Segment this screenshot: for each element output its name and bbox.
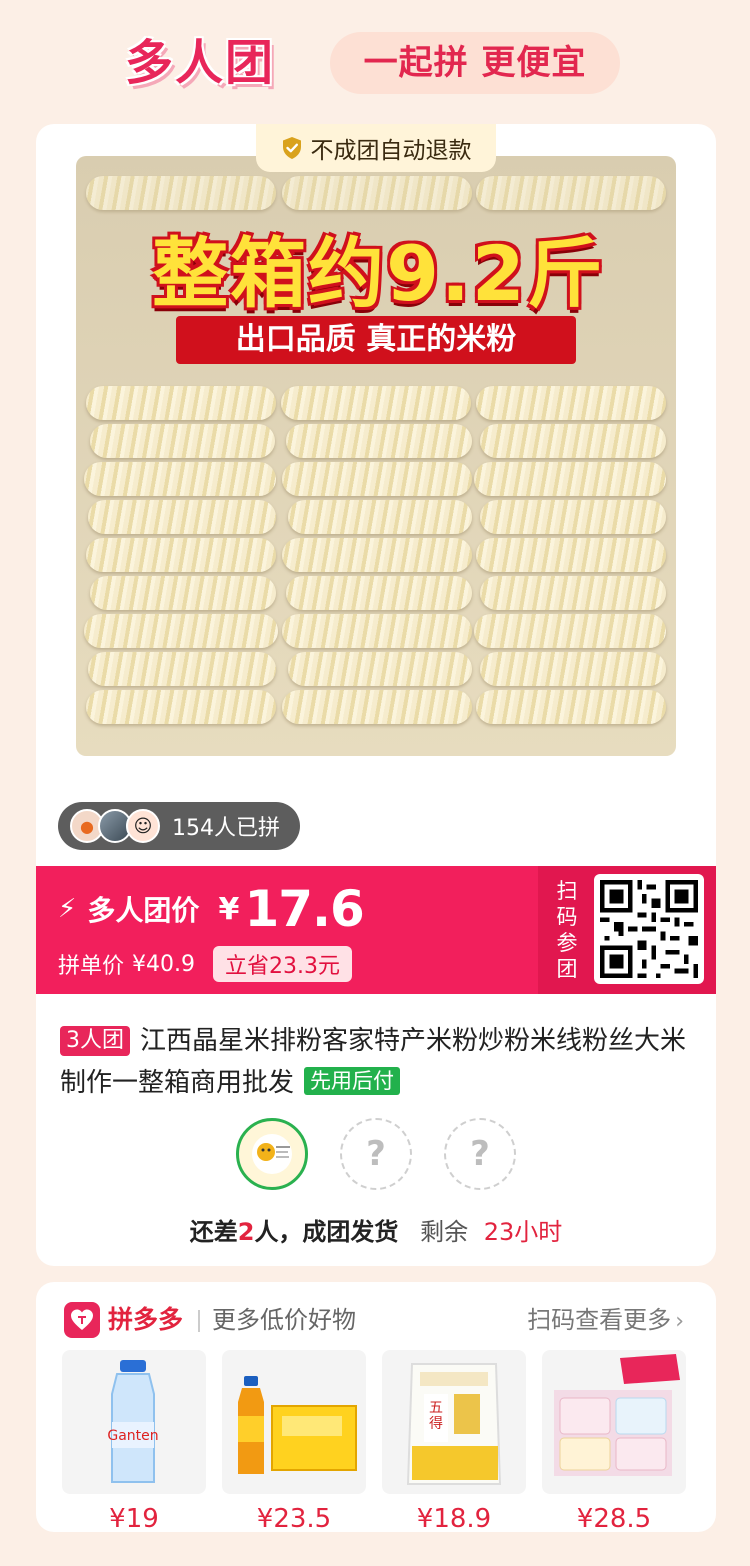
noodle-cake <box>86 690 276 724</box>
product-image[interactable]: 整箱约9.2斤 出口品质 真正的米粉 <box>76 156 676 756</box>
noodle-cake <box>86 538 276 572</box>
pay-later-badge: 先用后付 <box>304 1067 401 1095</box>
currency-symbol: ¥ <box>218 891 240 927</box>
pinduoduo-logo-icon <box>64 1302 100 1338</box>
member-avatar <box>236 1118 308 1190</box>
scan-more-link[interactable]: 扫码查看更多 › <box>527 1300 684 1342</box>
product-title-block[interactable]: 3人团 江西晶星米排粉客家特产米粉炒粉米线粉丝大米制作一整箱商用批发 先用后付 <box>60 1020 690 1104</box>
noodle-cake <box>86 386 276 420</box>
joined-count-pill: ● ☺ 154人已拼 <box>58 802 300 850</box>
noodle-cake <box>282 690 472 724</box>
chevron-right-icon: › <box>675 1309 684 1334</box>
group-price-label: 多人团价 <box>87 894 200 927</box>
svg-text:Ganten: Ganten <box>107 1428 158 1444</box>
scan-to-join[interactable]: 扫 码 参 团 <box>538 866 716 994</box>
noodle-cake <box>84 462 276 496</box>
product-card[interactable]: ¥28.5 <box>542 1350 686 1534</box>
noodle-cake <box>88 500 276 534</box>
noodle-cake <box>480 652 666 686</box>
status-count: 2 <box>237 1218 255 1246</box>
more-products-label: 更多低价好物 <box>212 1306 356 1334</box>
noodle-cake <box>282 614 472 648</box>
noodle-cake <box>84 614 278 648</box>
price-bar: ⚡ 多人团价 ¥ 17.6 拼单价 ¥40.9 立省23.3元 扫 码 参 团 <box>36 866 716 994</box>
noodle-cake <box>286 576 472 610</box>
status-suffix: 人，成团发货 <box>254 1218 399 1246</box>
noodle-cake <box>476 386 666 420</box>
team-status: 还差2人，成团发货 剩余 23小时 <box>36 1212 716 1247</box>
avatar: ☺ <box>126 809 160 843</box>
noodle-cake <box>480 424 666 458</box>
product-price: ¥28.5 <box>576 1504 652 1534</box>
noodle-cake <box>90 576 276 610</box>
noodle-cake <box>288 652 472 686</box>
noodle-cake <box>90 424 275 458</box>
shield-check-icon <box>282 137 301 159</box>
noodle-cake <box>476 690 666 724</box>
product-card[interactable]: Ganten ¥19 <box>62 1350 206 1534</box>
noodle-cake <box>476 538 666 572</box>
single-price-value: ¥40.9 <box>132 951 195 977</box>
product-list: Ganten ¥19 ¥23.5 五 得 ¥18.9 ¥28.5 <box>62 1350 702 1534</box>
brand-title: 多人团 <box>125 35 276 91</box>
svg-text:得: 得 <box>429 1415 443 1432</box>
rice-bag-icon: 五 得 <box>382 1350 526 1494</box>
header: 多人团 一起拼 更便宜 <box>0 0 750 120</box>
lightning-icon: ⚡ <box>58 894 77 924</box>
empty-slot: ? <box>444 1118 516 1190</box>
product-price: ¥23.5 <box>256 1504 332 1534</box>
noodle-cake <box>282 176 472 210</box>
team-slots: ? ? <box>36 1118 716 1190</box>
remain-label: 剩余 <box>420 1218 469 1246</box>
noodle-cake <box>474 614 666 648</box>
noodle-cake <box>86 176 276 210</box>
promo-headline: 整箱约9.2斤 <box>152 229 605 318</box>
slogan-badge: 一起拼 更便宜 <box>330 32 620 94</box>
heart-bag-icon <box>71 1309 93 1330</box>
member-avatar-icon <box>252 1134 292 1174</box>
noodle-cake <box>281 386 471 420</box>
qr-code-icon <box>600 880 698 978</box>
product-card[interactable]: ¥23.5 <box>222 1350 366 1534</box>
noodle-cake <box>480 576 666 610</box>
group-buy-card[interactable]: 不成团自动退款 整箱约9.2斤 出口品质 真正的米粉 ● ☺ 154人已拼 ⚡ … <box>36 124 716 1266</box>
noodle-cake <box>480 500 666 534</box>
noodle-cake <box>282 462 472 496</box>
noodle-cake <box>476 176 666 210</box>
svg-text:五: 五 <box>429 1400 443 1416</box>
refund-guarantee-badge: 不成团自动退款 <box>256 124 496 172</box>
water-bottle-icon: Ganten <box>62 1350 206 1494</box>
promo-subline: 出口品质 真正的米粉 <box>176 316 576 364</box>
noodle-cake <box>474 462 666 496</box>
noodle-cake <box>288 500 472 534</box>
empty-slot: ? <box>340 1118 412 1190</box>
single-price-label: 拼单价 <box>58 954 125 979</box>
remain-time: 23小时 <box>483 1218 563 1246</box>
divider <box>198 1310 200 1332</box>
save-badge: 立省23.3元 <box>213 946 352 982</box>
single-price-row: 拼单价 ¥40.9 立省23.3元 <box>58 946 352 982</box>
status-prefix: 还差 <box>189 1218 238 1246</box>
tea-drink-icon <box>222 1350 366 1494</box>
noodle-cake <box>282 538 472 572</box>
noodle-cake <box>286 424 472 458</box>
product-price: ¥19 <box>109 1504 159 1534</box>
scan-more-text: 扫码查看更多 <box>527 1306 672 1334</box>
product-card[interactable]: 五 得 ¥18.9 <box>382 1350 526 1534</box>
group-price-value: 17.6 <box>244 880 364 938</box>
pinduoduo-brand: 拼多多 <box>108 1305 184 1334</box>
qr-code[interactable] <box>594 874 704 984</box>
noodle-cake <box>88 652 276 686</box>
team-size-badge: 3人团 <box>60 1026 130 1056</box>
more-products-section: 拼多多 更多低价好物 扫码查看更多 › Ganten ¥19 ¥23.5 五 得… <box>36 1282 716 1534</box>
tissue-pack-icon <box>542 1350 686 1494</box>
group-price: ⚡ 多人团价 ¥ 17.6 <box>58 880 365 938</box>
refund-guarantee-text: 不成团自动退款 <box>310 138 472 164</box>
product-price: ¥18.9 <box>416 1504 492 1534</box>
joined-count-text: 154人已拼 <box>172 816 280 841</box>
scan-to-join-label: 扫 码 参 团 <box>556 879 578 981</box>
